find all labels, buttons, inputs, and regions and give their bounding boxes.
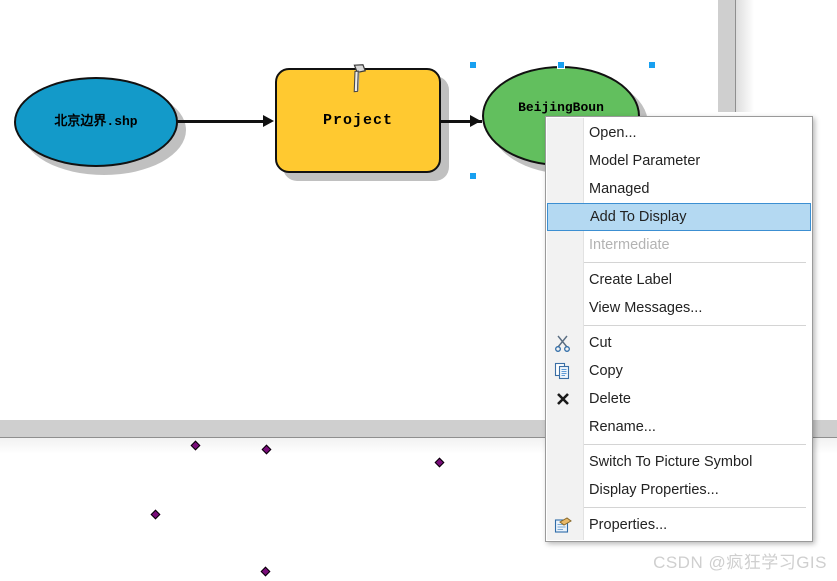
- menu-item-label: Model Parameter: [589, 153, 701, 169]
- menu-item-display-properties[interactable]: Display Properties...: [546, 476, 812, 504]
- scissors-icon: [555, 335, 570, 352]
- menu-item-label: Switch To Picture Symbol: [589, 454, 753, 470]
- selection-handle-1[interactable]: [469, 61, 477, 69]
- menu-item-label: Copy: [589, 363, 623, 379]
- menu-item-label: Rename...: [589, 419, 656, 435]
- menu-item-label: Cut: [589, 335, 612, 351]
- context-menu[interactable]: Open... Model Parameter Managed Add To Disp…: [545, 116, 813, 542]
- menu-item-add-to-display[interactable]: Add To Display: [547, 203, 811, 231]
- csdn-watermark: CSDN @疯狂学习GIS: [653, 553, 827, 572]
- menu-item-label: Add To Display: [590, 209, 687, 225]
- connector-arrow-input-to-tool[interactable]: [177, 120, 265, 123]
- properties-icon: [554, 517, 572, 533]
- menu-item-properties[interactable]: Properties...: [546, 511, 812, 539]
- vertical-splitter-shadow: [736, 0, 754, 112]
- menu-item-label: Display Properties...: [589, 482, 719, 498]
- menu-separator: [584, 507, 806, 508]
- connector-arrowhead-1: [263, 115, 274, 127]
- menu-item-switch-to-picture-symbol[interactable]: Switch To Picture Symbol: [546, 448, 812, 476]
- selection-handle-2[interactable]: [557, 61, 565, 69]
- menu-item-delete[interactable]: Delete: [546, 385, 812, 413]
- menu-item-model-parameter[interactable]: Model Parameter: [546, 147, 812, 175]
- input-node-label: 北京边界.shp: [54, 113, 138, 129]
- arcgis-modelbuilder-window: 北京边界.shp Project BeijingBoun dary Open..…: [0, 0, 837, 581]
- menu-item-label: Managed: [589, 181, 650, 197]
- menu-separator: [584, 262, 806, 263]
- selection-handle-4[interactable]: [469, 172, 477, 180]
- menu-item-open[interactable]: Open...: [546, 119, 812, 147]
- menu-item-label: Delete: [589, 391, 631, 407]
- menu-separator: [584, 325, 806, 326]
- x-delete-icon: [557, 393, 569, 405]
- menu-item-label: Intermediate: [589, 237, 670, 253]
- menu-item-label: Open...: [589, 125, 637, 141]
- menu-item-label: View Messages...: [589, 300, 703, 316]
- menu-item-rename[interactable]: Rename...: [546, 413, 812, 441]
- menu-item-view-messages[interactable]: View Messages...: [546, 294, 812, 322]
- selection-handle-3[interactable]: [648, 61, 656, 69]
- menu-item-intermediate: Intermediate: [546, 231, 812, 259]
- menu-item-label: Properties...: [589, 517, 668, 533]
- menu-item-managed[interactable]: Managed: [546, 175, 812, 203]
- menu-separator: [584, 444, 806, 445]
- model-input-variable[interactable]: 北京边界.shp: [14, 77, 178, 167]
- menu-item-create-label[interactable]: Create Label: [546, 266, 812, 294]
- menu-item-label: Create Label: [589, 272, 673, 288]
- vertical-splitter[interactable]: [718, 0, 736, 112]
- connector-arrowhead-2: [470, 115, 481, 127]
- menu-item-copy[interactable]: Copy: [546, 357, 812, 385]
- copy-icon: [554, 362, 570, 380]
- tool-node-label: Project: [322, 112, 393, 129]
- hammer-icon: [353, 64, 367, 93]
- menu-item-cut[interactable]: Cut: [546, 329, 812, 357]
